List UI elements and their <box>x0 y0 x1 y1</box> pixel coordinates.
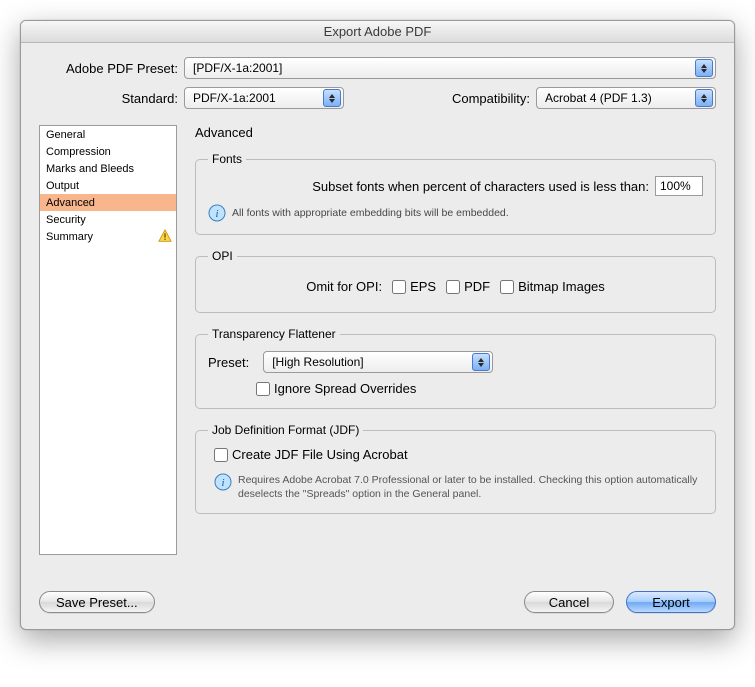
preset-select[interactable]: [PDF/X-1a:2001] <box>184 57 716 79</box>
omit-for-opi-label: Omit for OPI: <box>306 279 382 294</box>
opi-eps-input[interactable] <box>392 280 406 294</box>
info-icon: i <box>208 204 226 222</box>
sidebar-item-marks-bleeds[interactable]: Marks and Bleeds <box>40 160 176 177</box>
svg-text:i: i <box>221 477 224 489</box>
compatibility-label: Compatibility: <box>452 91 536 106</box>
opi-pdf-label: PDF <box>464 279 490 294</box>
flattener-preset-select[interactable]: [High Resolution] <box>263 351 493 373</box>
preset-row: Adobe PDF Preset: [PDF/X-1a:2001] <box>39 57 716 79</box>
fonts-group: Fonts Subset fonts when percent of chara… <box>195 152 716 235</box>
window-title: Export Adobe PDF <box>21 21 734 43</box>
fonts-legend: Fonts <box>208 152 246 166</box>
ignore-spread-label: Ignore Spread Overrides <box>274 381 416 396</box>
cancel-button[interactable]: Cancel <box>524 591 614 613</box>
standard-compat-row: Standard: PDF/X-1a:2001 Compatibility: A… <box>39 87 716 109</box>
flattener-preset-value: [High Resolution] <box>272 355 363 369</box>
opi-bitmap-checkbox[interactable]: Bitmap Images <box>500 279 605 294</box>
sidebar: General Compression Marks and Bleeds Out… <box>39 125 177 555</box>
preset-label: Adobe PDF Preset: <box>39 61 184 76</box>
jdf-group: Job Definition Format (JDF) Create JDF F… <box>195 423 716 514</box>
opi-bitmap-label: Bitmap Images <box>518 279 605 294</box>
subset-label: Subset fonts when percent of characters … <box>312 179 649 194</box>
standard-select[interactable]: PDF/X-1a:2001 <box>184 87 344 109</box>
sidebar-item-security[interactable]: Security <box>40 211 176 228</box>
standard-label: Standard: <box>39 91 184 106</box>
opi-pdf-input[interactable] <box>446 280 460 294</box>
opi-group: OPI Omit for OPI: EPS PDF <box>195 249 716 313</box>
export-button[interactable]: Export <box>626 591 716 613</box>
sidebar-item-output[interactable]: Output <box>40 177 176 194</box>
compatibility-select[interactable]: Acrobat 4 (PDF 1.3) <box>536 87 716 109</box>
sidebar-item-advanced[interactable]: Advanced <box>40 194 176 211</box>
dialog-content: Adobe PDF Preset: [PDF/X-1a:2001] Standa… <box>21 43 734 629</box>
standard-value: PDF/X-1a:2001 <box>193 91 276 105</box>
svg-text:i: i <box>215 208 218 220</box>
subset-input[interactable] <box>655 176 703 196</box>
panel-title: Advanced <box>195 125 716 140</box>
flattener-legend: Transparency Flattener <box>208 327 340 341</box>
info-icon: i <box>214 473 232 491</box>
jdf-legend: Job Definition Format (JDF) <box>208 423 363 437</box>
opi-eps-label: EPS <box>410 279 436 294</box>
opi-bitmap-input[interactable] <box>500 280 514 294</box>
preset-value: [PDF/X-1a:2001] <box>193 61 282 75</box>
warning-icon <box>158 229 172 243</box>
create-jdf-label: Create JDF File Using Acrobat <box>232 447 408 462</box>
updown-icon <box>472 353 490 371</box>
flattener-group: Transparency Flattener Preset: [High Res… <box>195 327 716 409</box>
save-preset-button[interactable]: Save Preset... <box>39 591 155 613</box>
updown-icon <box>323 89 341 107</box>
updown-icon <box>695 59 713 77</box>
fonts-info-text: All fonts with appropriate embedding bit… <box>232 207 509 219</box>
opi-legend: OPI <box>208 249 237 263</box>
sidebar-item-label: Summary <box>46 231 93 243</box>
ignore-spread-input[interactable] <box>256 382 270 396</box>
dialog-footer: Save Preset... Cancel Export <box>39 591 716 613</box>
jdf-info-text: Requires Adobe Acrobat 7.0 Professional … <box>238 473 703 501</box>
opi-eps-checkbox[interactable]: EPS <box>392 279 436 294</box>
main-area: General Compression Marks and Bleeds Out… <box>39 125 716 555</box>
sidebar-item-compression[interactable]: Compression <box>40 143 176 160</box>
updown-icon <box>695 89 713 107</box>
ignore-spread-checkbox[interactable]: Ignore Spread Overrides <box>256 381 416 396</box>
sidebar-item-summary[interactable]: Summary <box>40 228 176 245</box>
opi-pdf-checkbox[interactable]: PDF <box>446 279 490 294</box>
export-pdf-dialog: Export Adobe PDF Adobe PDF Preset: [PDF/… <box>20 20 735 630</box>
flattener-preset-label: Preset: <box>208 355 255 370</box>
create-jdf-checkbox[interactable]: Create JDF File Using Acrobat <box>214 447 408 462</box>
sidebar-item-general[interactable]: General <box>40 126 176 143</box>
compatibility-value: Acrobat 4 (PDF 1.3) <box>545 91 652 105</box>
advanced-panel: Advanced Fonts Subset fonts when percent… <box>195 125 716 555</box>
create-jdf-input[interactable] <box>214 448 228 462</box>
